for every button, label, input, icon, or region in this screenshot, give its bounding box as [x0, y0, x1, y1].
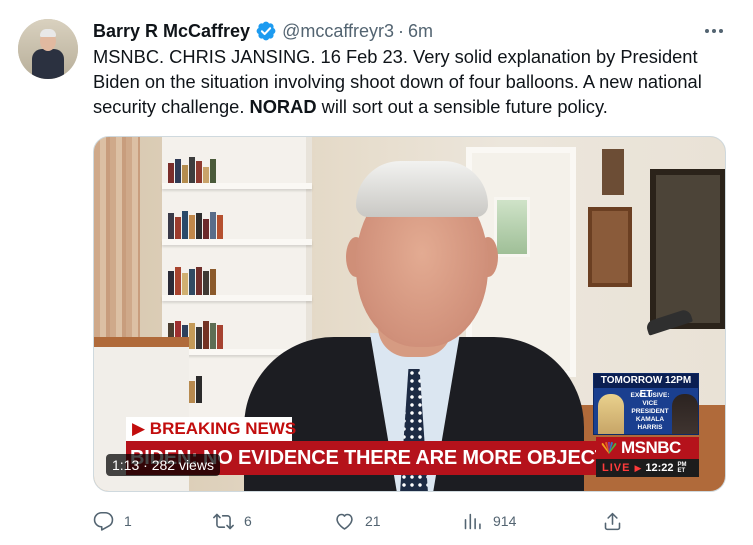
peacock-icon — [601, 442, 617, 454]
wall-picture — [602, 149, 624, 195]
network-name: MSNBC — [621, 438, 681, 457]
analytics-icon — [464, 513, 481, 529]
live-time: 12:22 — [645, 462, 674, 474]
like-icon — [336, 513, 353, 530]
reply-button[interactable]: 1 — [93, 507, 132, 535]
tweet-header: Barry R McCaffrey @mccaffreyr3 · 6m — [93, 18, 433, 44]
promo-portrait — [672, 394, 698, 434]
video-duration-views: 1:13 · 282 views — [106, 454, 220, 476]
more-options-icon[interactable] — [700, 18, 728, 44]
tweet-text-part2: will sort out a sensible future policy. — [316, 96, 608, 117]
share-button[interactable] — [602, 507, 623, 535]
tweet-text: MSNBC. CHRIS JANSING. 16 Feb 23. Very so… — [93, 44, 733, 119]
promo-time: TOMORROW 12PM ET — [594, 374, 698, 400]
breaking-news-label: ▶ BREAKING NEWS — [126, 417, 296, 441]
reply-count: 1 — [124, 513, 132, 529]
timestamp[interactable]: 6m — [408, 21, 433, 42]
like-count: 21 — [365, 513, 381, 529]
promo-portrait — [598, 394, 624, 434]
separator-dot: · — [398, 20, 405, 41]
like-button[interactable]: 21 — [334, 507, 381, 535]
wall-picture — [650, 169, 725, 329]
tweet-actions: 1 6 21 914 — [93, 507, 633, 535]
live-arrow-icon: ▶ — [634, 462, 642, 473]
avatar[interactable] — [18, 19, 78, 79]
retweet-button[interactable]: 6 — [213, 507, 252, 535]
retweet-count: 6 — [244, 513, 252, 529]
person-hair — [356, 161, 488, 217]
video-player[interactable]: ▶ BREAKING NEWS BIDEN: NO EVIDENCE THERE… — [93, 136, 726, 492]
tweet: Barry R McCaffrey @mccaffreyr3 · 6m MSNB… — [0, 0, 753, 545]
live-label: LIVE — [602, 462, 631, 474]
author-name[interactable]: Barry R McCaffrey — [93, 21, 250, 42]
share-icon — [604, 512, 621, 530]
reply-icon — [93, 511, 114, 531]
promo-box: TOMORROW 12PM ET EXCLUSIVE: VICE PRESIDE… — [593, 373, 699, 435]
live-zone: PM ET — [677, 462, 687, 474]
tweet-text-bold: NORAD — [249, 96, 317, 117]
views-button[interactable]: 914 — [462, 507, 516, 535]
verified-badge-icon — [256, 21, 276, 41]
window — [494, 197, 530, 257]
live-indicator: LIVE ▶ 12:22 PM ET — [596, 459, 699, 477]
retweet-icon — [213, 513, 234, 529]
views-count: 914 — [493, 513, 517, 529]
wall-picture — [588, 207, 632, 287]
promo-text: EXCLUSIVE: VICE PRESIDENT KAMALA HARRIS — [630, 392, 670, 431]
author-handle[interactable]: @mccaffreyr3 — [282, 21, 394, 42]
network-logo: MSNBC — [596, 437, 699, 459]
